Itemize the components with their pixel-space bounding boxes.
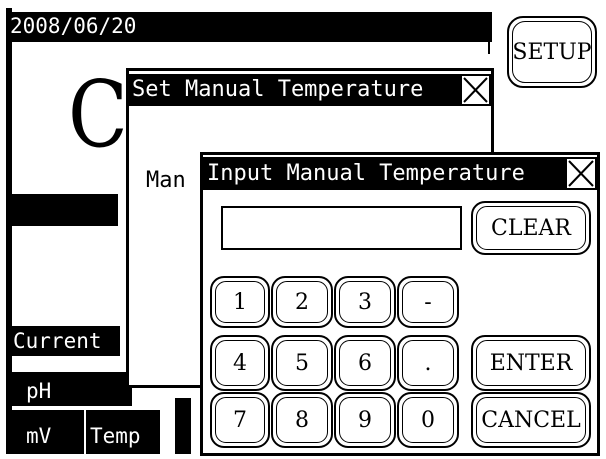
key-1-label: 1 bbox=[233, 289, 247, 315]
temperature-input-field[interactable] bbox=[221, 206, 462, 250]
key-8-label: 8 bbox=[295, 407, 309, 433]
set-dialog-title: Set Manual Temperature bbox=[132, 77, 424, 102]
key-3-label: 3 bbox=[358, 289, 372, 315]
key-5-label: 5 bbox=[295, 350, 309, 376]
key-2-label: 2 bbox=[295, 289, 309, 315]
key-dot-label: . bbox=[424, 350, 432, 376]
set-dialog-field-label: Man bbox=[146, 168, 186, 193]
date-text: 2008/06/20 bbox=[10, 14, 137, 38]
enter-button-label: ENTER bbox=[489, 350, 573, 376]
tab-ph-label: pH bbox=[26, 379, 52, 403]
clear-button-label: CLEAR bbox=[491, 215, 571, 241]
key-minus-label: - bbox=[424, 289, 432, 315]
bottom-marker bbox=[175, 398, 191, 454]
key-minus[interactable]: - bbox=[397, 276, 459, 328]
key-5[interactable]: 5 bbox=[271, 335, 333, 391]
main-reading-char: C bbox=[68, 61, 128, 168]
key-8[interactable]: 8 bbox=[271, 392, 333, 448]
key-7-label: 7 bbox=[233, 407, 247, 433]
key-3[interactable]: 3 bbox=[334, 276, 396, 328]
input-dialog-close-button[interactable] bbox=[565, 157, 597, 190]
key-7[interactable]: 7 bbox=[210, 392, 270, 448]
setup-button[interactable]: SETUP bbox=[507, 16, 597, 88]
key-dot[interactable]: . bbox=[397, 335, 459, 391]
setup-button-label: SETUP bbox=[512, 39, 592, 65]
key-1[interactable]: 1 bbox=[210, 276, 270, 328]
key-6-label: 6 bbox=[358, 350, 372, 376]
cancel-button[interactable]: CANCEL bbox=[471, 392, 591, 448]
key-0-label: 0 bbox=[421, 407, 435, 433]
input-dialog-title: Input Manual Temperature bbox=[207, 161, 525, 186]
close-icon bbox=[463, 77, 488, 103]
key-4-label: 4 bbox=[233, 350, 247, 376]
close-icon bbox=[568, 160, 594, 187]
current-label: Current bbox=[13, 329, 102, 353]
set-dialog-close-button[interactable] bbox=[460, 74, 491, 106]
key-4[interactable]: 4 bbox=[210, 335, 270, 391]
status-bar-divider bbox=[488, 42, 490, 54]
tab-mv-label: mV bbox=[26, 424, 52, 448]
key-9-label: 9 bbox=[358, 407, 372, 433]
clear-button[interactable]: CLEAR bbox=[471, 201, 591, 255]
key-9[interactable]: 9 bbox=[334, 392, 396, 448]
cancel-button-label: CANCEL bbox=[481, 407, 581, 433]
enter-button[interactable]: ENTER bbox=[471, 335, 591, 391]
key-0[interactable]: 0 bbox=[397, 392, 459, 448]
key-2[interactable]: 2 bbox=[271, 276, 333, 328]
reading-bar bbox=[12, 194, 118, 226]
key-6[interactable]: 6 bbox=[334, 335, 396, 391]
tab-temp-label: Temp bbox=[90, 424, 141, 448]
